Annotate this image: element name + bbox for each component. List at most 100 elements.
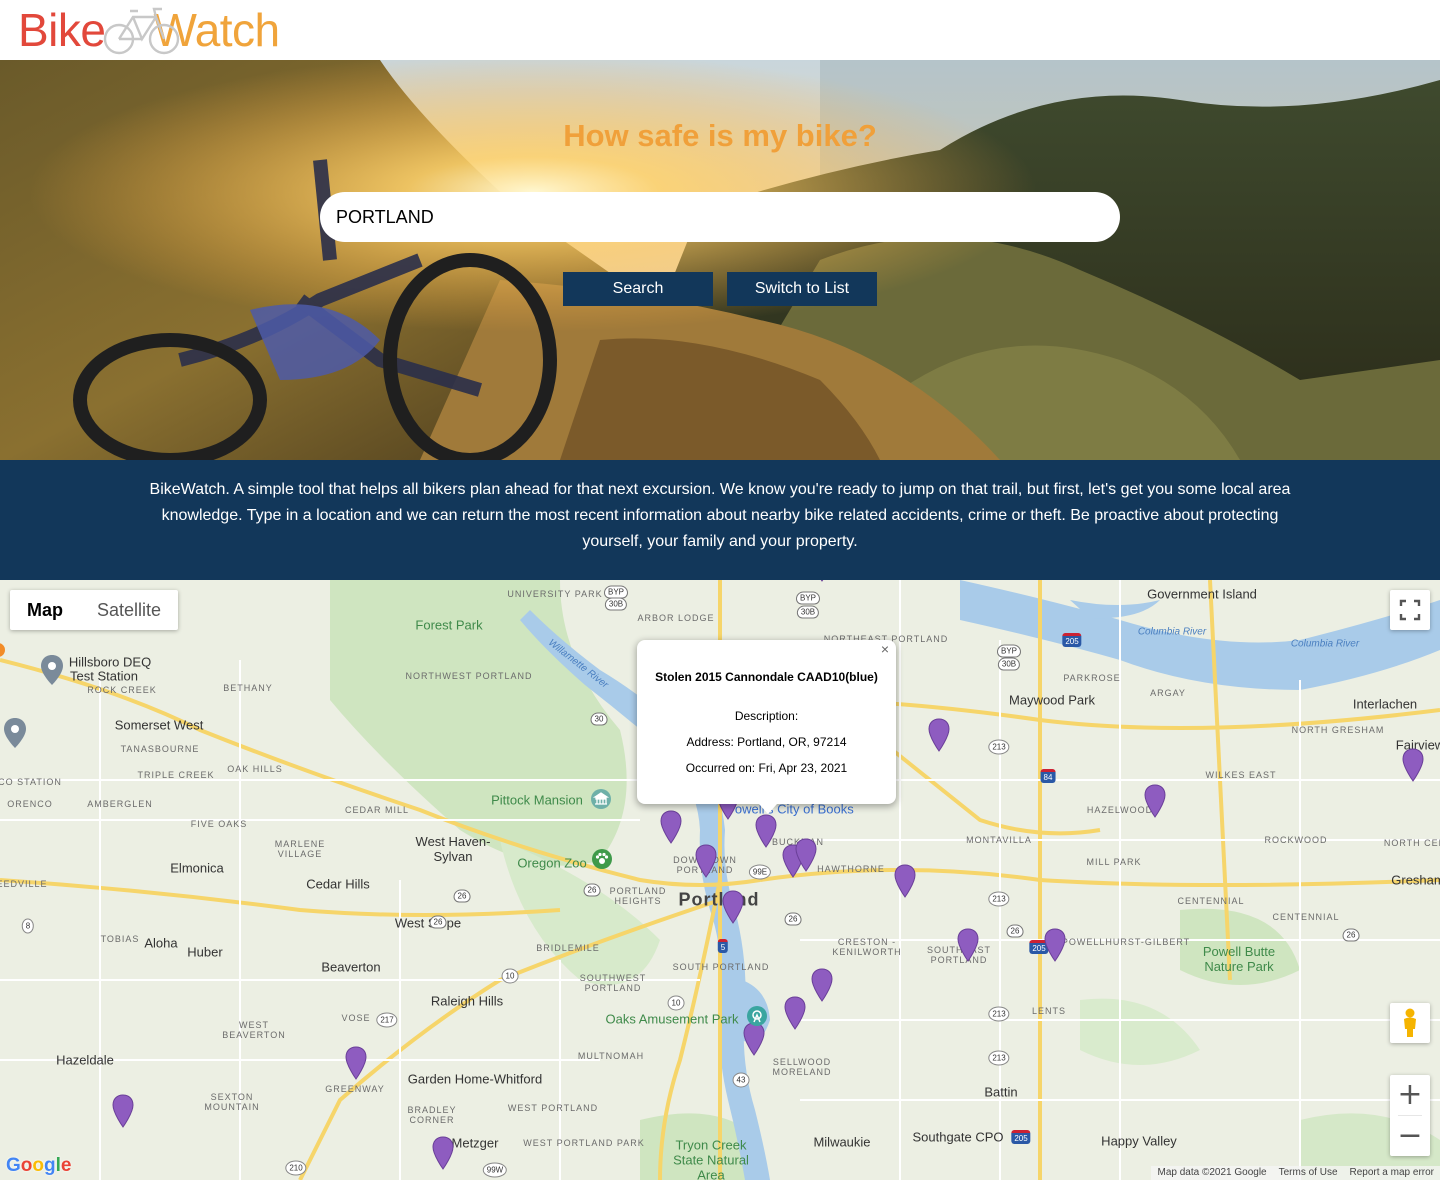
map-label-south-portland: SOUTH PORTLAND [672,962,770,972]
incident-pin[interactable] [345,1046,367,1080]
map-label-centennial: CENTENNIAL [1177,896,1245,906]
zoom-control: + − [1390,1075,1430,1156]
map-label-tobias: TOBIAS [100,934,140,944]
zoom-out-button[interactable]: − [1390,1116,1430,1156]
map-attribution: Map data ©2021 Google Terms of Use Repor… [1151,1166,1440,1180]
street-view-pegman-button[interactable] [1390,1003,1430,1043]
map-label-bethany: BETHANY [223,683,273,693]
map-label-huber: Huber [187,944,223,960]
switch-to-list-button[interactable]: Switch to List [727,272,877,306]
poi-marker-icon-2[interactable] [3,718,27,748]
incident-pin[interactable] [795,838,817,872]
incident-pin[interactable] [660,810,682,844]
map-label-mill-park: MILL PARK [1086,857,1142,867]
incident-pin[interactable] [957,928,979,962]
map-label-raleigh-hills: Raleigh Hills [430,993,504,1009]
zoo-icon[interactable] [591,848,613,870]
map-label-amberglen: AMBERGLEN [87,799,153,809]
map-label-oak-hills: OAK HILLS [227,764,283,774]
map-label-north-gresham: NORTH GRESHAM [1291,725,1385,735]
map-label-bradley: BRADLEY CORNER [407,1105,457,1125]
map-label-hawthorne: HAWTHORNE [817,864,885,874]
shield-byp-3: BYP [996,644,1022,658]
map-label-elmonica: Elmonica [170,860,224,876]
incident-pin[interactable] [432,1136,454,1170]
incident-pin[interactable] [755,814,777,848]
map-label-aloha: Aloha [144,935,178,951]
map-type-satellite-button[interactable]: Satellite [80,590,178,630]
map-label-tryon: Tryon Creek State Natural Area [673,1137,749,1180]
map-label-arbor-lodge: ARBOR LODGE [637,613,715,623]
poi-marker-icon[interactable] [40,655,64,685]
map-label-northwest-portland: NORTHWEST PORTLAND [405,671,533,681]
incident-pin[interactable] [695,844,717,878]
fullscreen-icon [1399,599,1421,621]
incident-infowindow: × Stolen 2015 Cannondale CAAD10(blue) De… [637,640,896,814]
incident-pin[interactable] [743,1022,765,1056]
shield-i205-1: 205 [1062,633,1082,647]
incident-pin[interactable] [1144,784,1166,818]
shield-43: 43 [732,1072,750,1088]
amusement-park-icon[interactable] [746,1005,768,1027]
map-label-north-cen: NORTH CEN [1383,838,1440,848]
map-label-bridlemile: BRIDLEMILE [536,943,600,953]
report-map-error-link[interactable]: Report a map error [1350,1166,1434,1180]
incident-pin[interactable] [784,996,806,1030]
incident-pin[interactable] [112,1094,134,1128]
map-label-five-oaks: FIVE OAKS [190,819,248,829]
shield-26-6: 26 [429,915,447,929]
map-label-hazeldale: Hazeldale [56,1052,114,1068]
infowindow-description: Description: [637,709,896,723]
incident-pin[interactable] [928,718,950,752]
shield-26-5: 26 [1342,928,1360,942]
map-label-oaks-park: Oaks Amusement Park [605,1011,739,1027]
incident-pin[interactable] [722,890,744,924]
map-label-rock-creek: ROCK CREEK [87,685,157,695]
map-label-greenway: GREENWAY [325,1084,385,1094]
poi-orange-icon[interactable] [0,642,6,662]
incident-pin[interactable] [811,968,833,1002]
map-label-southwest-portland: SOUTHWEST PORTLAND [579,973,647,993]
museum-icon[interactable] [590,788,612,810]
shield-10-2: 10 [667,995,685,1011]
shield-30b-3: 30B [997,657,1021,671]
map-type-map-button[interactable]: Map [10,590,80,630]
map-label-west-slope: West Slope [394,915,462,931]
shield-26-4: 26 [1006,924,1024,938]
map-label-multnomah: MULTNOMAH [577,1051,645,1061]
occurred-value: Fri, Apr 23, 2021 [758,761,848,775]
shield-30b-2: 30B [796,605,820,619]
intro-text: BikeWatch. A simple tool that helps all … [149,481,1291,550]
shield-30: 30 [590,712,608,726]
location-search-input[interactable] [320,192,1120,242]
map-type-control: Map Satellite [10,590,179,630]
hero-section: How safe is my bike? Search Switch to Li… [0,60,1440,460]
map-label-powellhurst: POWELLHURST-GILBERT [1061,937,1191,947]
fullscreen-button[interactable] [1390,590,1430,630]
shield-i205-3: 205 [1011,1130,1031,1144]
shield-10-1: 10 [501,968,519,984]
map-label-southgate: Southgate CPO [912,1129,1004,1145]
incident-pin[interactable] [1044,928,1066,962]
map-label-gresham: Gresham [1391,872,1440,888]
map-label-forest-park: Forest Park [415,617,483,633]
infowindow-occurred: Occurred on: Fri, Apr 23, 2021 [637,761,896,775]
zoom-in-button[interactable]: + [1390,1075,1430,1115]
incident-pin[interactable] [894,864,916,898]
site-header: Bike Watch [0,0,1440,60]
address-label: Address: [686,735,734,749]
terms-of-use-link[interactable]: Terms of Use [1279,1166,1338,1180]
shield-i84: 84 [1040,769,1056,783]
bikewatch-logo[interactable]: Bike Watch [18,2,280,58]
google-logo[interactable]: Google [6,1155,71,1177]
incident-pin[interactable] [1402,748,1424,782]
map-label-triple-creek: TRIPLE CREEK [137,770,215,780]
infowindow-close-button[interactable]: × [878,642,892,656]
map-label-vose: VOSE [341,1013,371,1023]
map-label-lents: LENTS [1031,1006,1067,1016]
incident-pin[interactable] [811,580,833,582]
incident-map[interactable]: UNIVERSITY PARK ARBOR LODGE Government I… [0,580,1440,1180]
search-button[interactable]: Search [563,272,713,306]
map-label-test-station: Test Station [70,668,138,684]
infowindow-title: Stolen 2015 Cannondale CAAD10(blue) [655,670,878,684]
